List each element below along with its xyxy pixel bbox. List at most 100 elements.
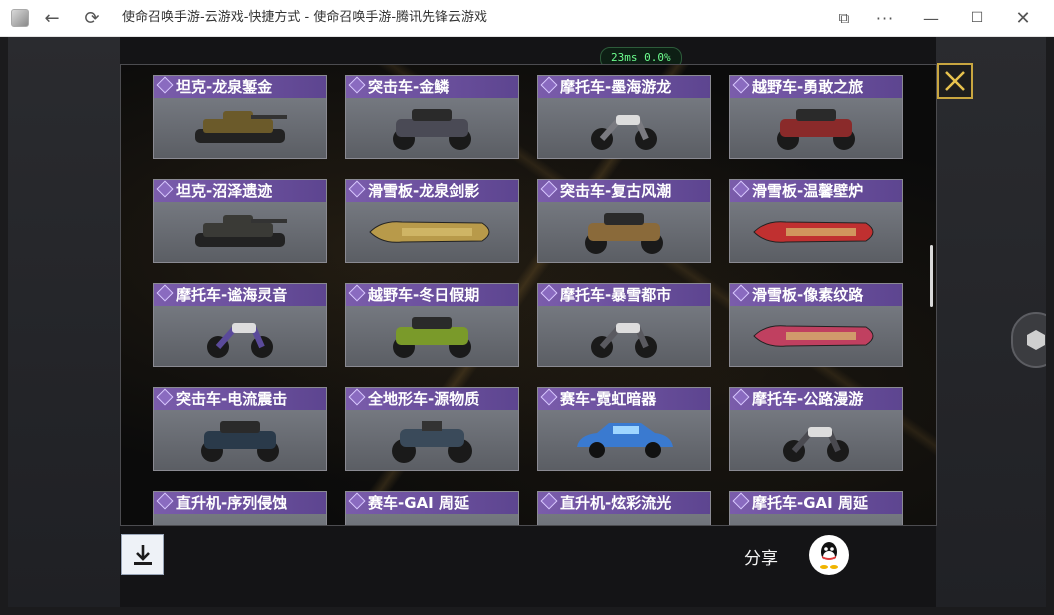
item-card-header: 赛车-GAI 周延 [346,492,518,514]
rarity-diamond-icon [348,492,366,510]
item-card-header: 坦克-龙泉錾金 [154,76,326,98]
rarity-diamond-icon [348,284,366,302]
rarity-diamond-icon [348,388,366,406]
item-name: 滑雪板-温馨壁炉 [752,182,864,200]
vehicle-image [538,514,710,525]
vehicle-image [346,306,518,366]
vehicle-image [730,306,902,366]
item-card-header: 突击车-复古风潮 [538,180,710,202]
window-titlebar: ← ⟳ 使命召唤手游-云游戏-快捷方式 - 使命召唤手游-腾讯先锋云游戏 ⧉ ·… [0,0,1054,37]
window-title: 使命召唤手游-云游戏-快捷方式 - 使命召唤手游-腾讯先锋云游戏 [122,10,488,25]
item-name: 坦克-龙泉錾金 [176,78,273,96]
item-card[interactable]: 摩托车-谧海灵音 [153,283,327,367]
refresh-icon[interactable]: ⟳ [78,0,106,36]
vehicle-image [538,306,710,366]
item-card[interactable]: 突击车-金鳞 [345,75,519,159]
item-card-header: 滑雪板-温馨壁炉 [730,180,902,202]
item-name: 摩托车-GAI 周延 [752,494,868,512]
item-name: 直升机-炫彩流光 [560,494,672,512]
item-card[interactable]: 直升机-炫彩流光 [537,491,711,525]
latency-value: 23ms [611,51,638,64]
item-name: 直升机-序列侵蚀 [176,494,288,512]
item-name: 越野车-冬日假期 [368,286,480,304]
arrow-left-icon[interactable]: ← [38,0,66,36]
rarity-diamond-icon [156,388,174,406]
item-card[interactable]: 摩托车-墨海游龙 [537,75,711,159]
item-card[interactable]: 滑雪板-温馨壁炉 [729,179,903,263]
vehicle-image [730,514,902,525]
vehicle-image [730,202,902,262]
item-card[interactable]: 滑雪板-像素纹路 [729,283,903,367]
app-icon [8,0,32,36]
item-card[interactable]: 直升机-序列侵蚀 [153,491,327,525]
vehicle-image [154,306,326,366]
background-left [8,37,120,607]
item-card-header: 突击车-电流震击 [154,388,326,410]
item-card[interactable]: 摩托车-公路漫游 [729,387,903,471]
vehicle-image [346,202,518,262]
rarity-diamond-icon [732,180,750,198]
item-card[interactable]: 越野车-勇敢之旅 [729,75,903,159]
item-card-header: 滑雪板-龙泉剑影 [346,180,518,202]
item-card[interactable]: 摩托车-GAI 周延 [729,491,903,525]
item-card-header: 越野车-冬日假期 [346,284,518,306]
item-card[interactable]: 坦克-龙泉錾金 [153,75,327,159]
rarity-diamond-icon [540,180,558,198]
vehicle-image [154,410,326,470]
vehicle-image [346,98,518,158]
item-name: 摩托车-暴雪都市 [560,286,672,304]
item-card-header: 直升机-炫彩流光 [538,492,710,514]
item-name: 摩托车-墨海游龙 [560,78,672,96]
item-name: 突击车-复古风潮 [560,182,672,200]
rarity-diamond-icon [732,388,750,406]
item-card[interactable]: 赛车-GAI 周延 [345,491,519,525]
item-card-header: 赛车-霓虹暗器 [538,388,710,410]
item-name: 赛车-霓虹暗器 [560,390,657,408]
close-x-icon[interactable] [937,63,973,99]
item-card[interactable]: 突击车-电流震击 [153,387,327,471]
rarity-diamond-icon [348,76,366,94]
item-card[interactable]: 摩托车-暴雪都市 [537,283,711,367]
item-card[interactable]: 突击车-复古风潮 [537,179,711,263]
close-icon[interactable]: ✕ [1009,0,1037,36]
item-name: 突击车-金鳞 [368,78,450,96]
rarity-diamond-icon [732,492,750,510]
item-card-header: 摩托车-谧海灵音 [154,284,326,306]
item-card-header: 坦克-沼泽遗迹 [154,180,326,202]
item-card[interactable]: 坦克-沼泽遗迹 [153,179,327,263]
minimize-icon[interactable]: — [917,0,945,36]
item-name: 突击车-电流震击 [176,390,288,408]
item-name: 越野车-勇敢之旅 [752,78,864,96]
share-window-icon[interactable]: ⧉ [830,0,858,36]
item-name: 摩托车-公路漫游 [752,390,864,408]
item-card[interactable]: 全地形车-源物质 [345,387,519,471]
item-card[interactable]: 滑雪板-龙泉剑影 [345,179,519,263]
item-card-header: 突击车-金鳞 [346,76,518,98]
game-viewport[interactable]: 23ms 0.0% 坦克-龙泉錾金 突击车-金鳞 摩托车-墨海游龙 越野车-勇敢之旅坦… [8,37,1046,607]
loss-value: 0.0% [644,51,671,64]
item-card-header: 摩托车-公路漫游 [730,388,902,410]
vehicle-image [154,202,326,262]
rarity-diamond-icon [540,284,558,302]
rarity-diamond-icon [732,284,750,302]
vehicle-image [538,202,710,262]
scrollbar-thumb[interactable] [930,245,933,307]
vehicle-image [154,514,326,525]
item-card[interactable]: 赛车-霓虹暗器 [537,387,711,471]
vehicle-image [346,410,518,470]
rarity-diamond-icon [156,492,174,510]
rarity-diamond-icon [732,76,750,94]
vehicle-image [730,98,902,158]
item-card-header: 摩托车-暴雪都市 [538,284,710,306]
item-name: 滑雪板-龙泉剑影 [368,182,480,200]
more-dots-icon[interactable]: ··· [871,0,899,36]
item-card[interactable]: 越野车-冬日假期 [345,283,519,367]
download-icon[interactable] [121,534,164,575]
vehicle-image [538,98,710,158]
vehicle-image [154,98,326,158]
item-name: 坦克-沼泽遗迹 [176,182,273,200]
maximize-icon[interactable]: ☐ [963,0,991,36]
item-card-header: 直升机-序列侵蚀 [154,492,326,514]
item-card-header: 滑雪板-像素纹路 [730,284,902,306]
qq-icon[interactable] [809,535,849,575]
